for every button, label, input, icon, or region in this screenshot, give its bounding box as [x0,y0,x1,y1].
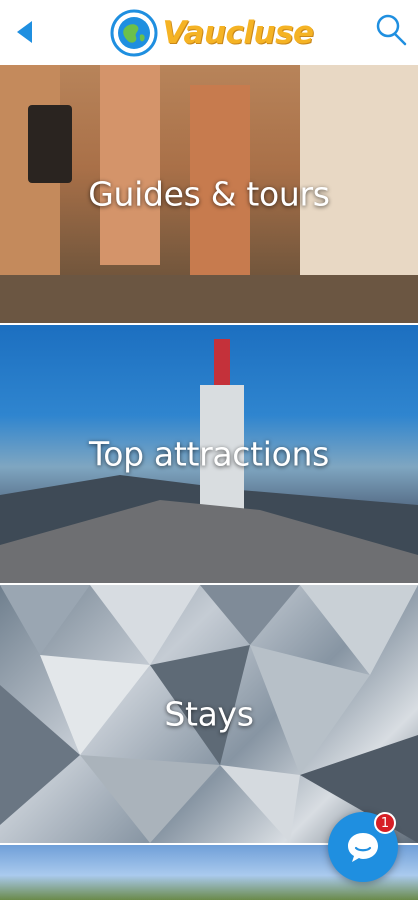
section-label: Guides & tours [88,174,330,214]
back-button[interactable] [14,18,36,46]
app-header: Vaucluse [0,0,418,65]
chat-notification-badge: 1 [374,812,396,834]
back-arrow-icon [17,21,32,43]
section-top-attractions[interactable]: Top attractions [0,325,418,583]
section-guides-tours[interactable]: Guides & tours [0,65,418,323]
search-icon [376,14,407,46]
section-stays[interactable]: Stays [0,585,418,843]
section-label: Top attractions [88,434,330,474]
globe-logo-icon [110,9,158,56]
chat-bubble-icon [348,833,378,862]
logo-wordmark: Vaucluse [162,14,314,51]
section-label: Stays [164,694,254,734]
app-logo: Vaucluse [110,9,314,57]
search-button[interactable] [374,12,408,48]
